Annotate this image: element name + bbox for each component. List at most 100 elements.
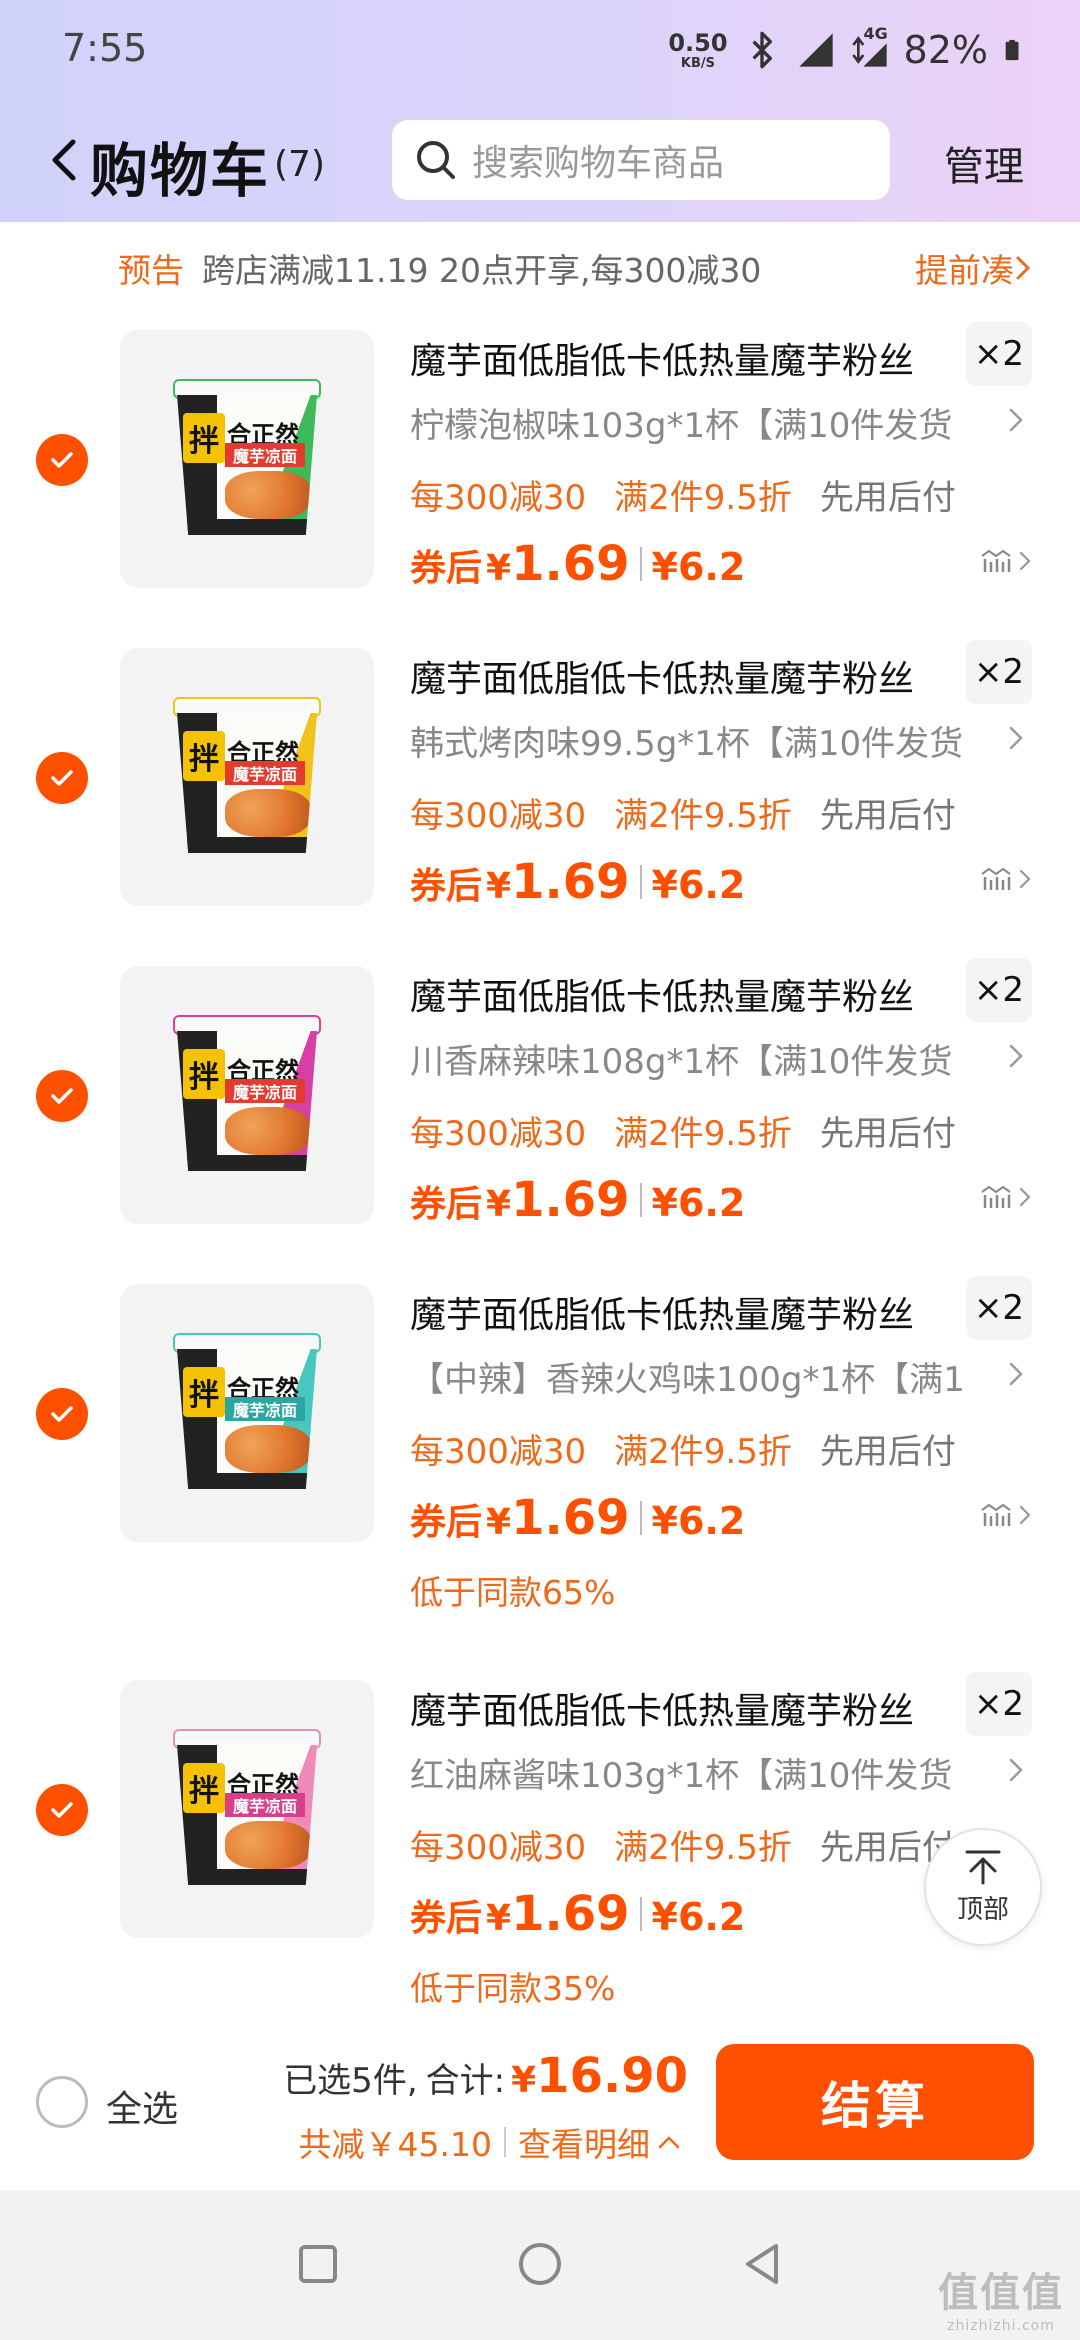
notice-text: 跨店满减11.19 20点开享,每300减30 [202,251,762,290]
item-quantity[interactable]: ×2 [966,1276,1032,1340]
item-title[interactable]: 魔芋面低脂低卡低热量魔芋粉丝 [410,650,914,702]
status-icons: 0.50 KB/S 4G 82% [668,22,1024,78]
checkout-button[interactable]: 结算 [716,2044,1034,2160]
total-summary: 已选5件, 合计: ¥ 16.90 [283,2048,688,2104]
price-trend[interactable] [980,866,1032,892]
product-image[interactable]: 拌 合正然 魔芋凉面 [120,648,374,906]
promo-multi: 满2件9.5折 [614,478,792,518]
item-checkbox[interactable] [36,1070,88,1122]
notice-link[interactable]: 提前凑 [915,244,1032,292]
item-quantity[interactable]: ×2 [966,640,1032,704]
price-divider [639,865,642,899]
item-price: 券后 ¥ 1.69 ¥6.2 [410,854,745,910]
item-promos: 每300减30 满2件9.5折 先用后付 [410,788,956,837]
product-image[interactable]: 拌 合正然 魔芋凉面 [120,1680,374,1938]
price-trend[interactable] [980,1502,1032,1528]
cup-mix-mark: 拌 [183,413,225,463]
cup-food [225,471,311,519]
noodle-cup-icon: 拌 合正然 魔芋凉面 [163,379,331,539]
item-quantity[interactable]: ×2 [966,322,1032,386]
savings-summary: 共减￥45.10 查看明细 [299,2118,682,2166]
price-currency: ¥ [486,1502,512,1543]
cup-mix-mark: 拌 [183,1763,225,1813]
item-variant[interactable]: 【中辣】香辣火鸡味100g*1杯【满1 [410,1352,986,1401]
item-checkbox[interactable] [36,1784,88,1836]
item-title[interactable]: 魔芋面低脂低卡低热量魔芋粉丝 [410,968,914,1020]
promo-multi: 满2件9.5折 [614,1432,792,1472]
price-currency: ¥ [486,548,512,589]
variant-arrow[interactable] [1008,1036,1032,1076]
check-icon [51,1802,73,1818]
arrow-up-icon [965,1850,1001,1884]
item-title[interactable]: 魔芋面低脂低卡低热量魔芋粉丝 [410,1286,914,1338]
status-time: 7:55 [62,26,148,70]
select-all-checkbox[interactable] [36,2076,88,2128]
price-currency: ¥ [486,866,512,907]
item-variant[interactable]: 红油麻酱味103g*1杯【满10件发货 [410,1748,986,1797]
back-to-top-label: 顶部 [956,1894,1009,1925]
signal-icon [798,33,833,67]
cup-food [225,789,311,837]
recent-apps-button[interactable] [288,2234,348,2294]
back-nav-button[interactable] [732,2234,792,2294]
item-promos: 每300减30 满2件9.5折 先用后付 [410,470,956,519]
back-button[interactable] [44,134,84,186]
coupon-label: 券后 [410,866,483,907]
item-variant[interactable]: 柠檬泡椒味103g*1杯【满10件发货 [410,398,986,447]
cup-sub: 魔芋凉面 [225,1079,305,1103]
coupon-label: 券后 [410,1502,483,1543]
item-title[interactable]: 魔芋面低脂低卡低热量魔芋粉丝 [410,1682,914,1734]
item-quantity[interactable]: ×2 [966,958,1032,1022]
search-input[interactable]: 搜索购物车商品 [392,120,890,200]
chevron-left-icon [52,139,76,181]
coupon-price: 1.69 [511,1172,630,1228]
item-checkbox[interactable] [36,434,88,486]
variant-arrow[interactable] [1008,1750,1032,1790]
nav-bar: 购物车 (7) 搜索购物车商品 管理 [0,110,1080,210]
item-checkbox[interactable] [36,1388,88,1440]
promo-paylater: 先用后付 [819,478,956,518]
item-variant[interactable]: 韩式烤肉味99.5g*1杯【满10件发货 [410,716,986,765]
promo-multi: 满2件9.5折 [614,1114,792,1154]
variant-arrow[interactable] [1008,718,1032,758]
item-title[interactable]: 魔芋面低脂低卡低热量魔芋粉丝 [410,332,914,384]
promo-notice: 预告 跨店满减11.19 20点开享,每300减30 提前凑 [0,236,1080,300]
variant-arrow[interactable] [1008,400,1032,440]
item-quantity[interactable]: ×2 [966,1672,1032,1736]
home-button[interactable] [510,2234,570,2294]
price-currency: ¥ [486,1184,512,1225]
back-to-top-button[interactable]: 顶部 [924,1828,1042,1946]
cup-food [225,1821,311,1869]
promo-multi: 满2件9.5折 [614,796,792,836]
cart-item-4: 拌 合正然 魔芋凉面 魔芋面低脂低卡低热量魔芋粉丝 ×2 【中辣】香辣火鸡味10… [0,1276,1080,1612]
manage-button[interactable]: 管理 [944,134,1024,192]
item-checkbox[interactable] [36,752,88,804]
product-image[interactable]: 拌 合正然 魔芋凉面 [120,1284,374,1542]
triangle-back-icon [746,2244,778,2284]
view-detail-link[interactable]: 查看明细 [518,2118,650,2166]
chevron-right-icon [1009,1758,1023,1782]
price-divider [639,1183,642,1217]
price-trend[interactable] [980,548,1032,574]
item-promos: 每300减30 满2件9.5折 先用后付 [410,1106,956,1155]
noodle-cup-icon: 拌 合正然 魔芋凉面 [163,697,331,857]
cup-flavor-band [177,1869,317,1885]
promo-paylater: 先用后付 [819,1114,956,1154]
network-type: 4G [863,24,888,43]
price-trend-icon [981,867,1011,890]
product-image[interactable]: 拌 合正然 魔芋凉面 [120,330,374,588]
price-trend[interactable] [980,1184,1032,1210]
cart-item-1: 拌 合正然 魔芋凉面 魔芋面低脂低卡低热量魔芋粉丝 ×2 柠檬泡椒味103g*1… [0,322,1080,622]
net-speed: 0.50 KB/S [668,31,727,70]
product-image[interactable]: 拌 合正然 魔芋凉面 [120,966,374,1224]
chevron-right-icon [1009,726,1023,750]
item-variant[interactable]: 川香麻辣味108g*1杯【满10件发货 [410,1034,986,1083]
check-icon [51,452,73,468]
variant-arrow[interactable] [1008,1354,1032,1394]
total-label: 合计: [425,2061,506,2101]
chevron-up-icon[interactable] [656,2133,682,2151]
select-all-label[interactable]: 全选 [106,2080,178,2132]
lower-price-note: 低于同款35% [410,1969,616,2008]
price-trend-icon [981,1503,1011,1526]
cart-item-2: 拌 合正然 魔芋凉面 魔芋面低脂低卡低热量魔芋粉丝 ×2 韩式烤肉味99.5g*… [0,640,1080,940]
